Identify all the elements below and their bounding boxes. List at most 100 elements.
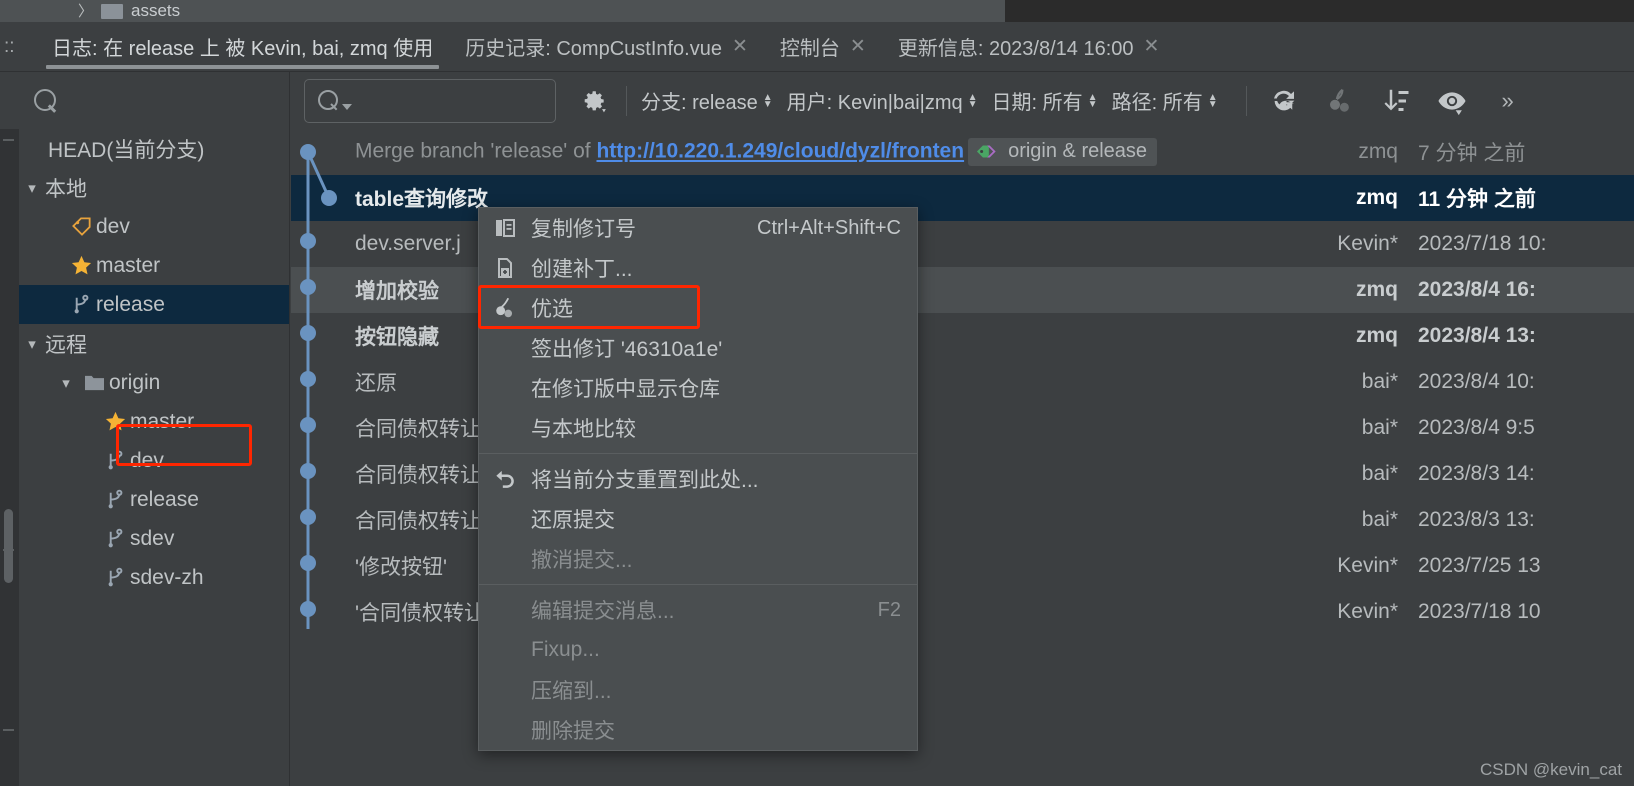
commit-date: 2023/8/4 13: [1418,324,1536,347]
tree-item-local-master[interactable]: master [19,246,289,285]
sort-button[interactable] [1379,84,1413,118]
ref-tag-icon [977,145,996,158]
tab-console[interactable]: 控制台 ✕ [764,22,882,72]
menu-item-compare-with-local[interactable]: 与本地比较 [479,408,917,448]
close-icon[interactable]: ✕ [732,35,748,58]
menu-item-create-patch[interactable]: 创建补丁... [479,248,917,288]
overflow-button[interactable]: » [1491,84,1525,118]
commit-author: zmq [1356,278,1398,301]
tree-item-local-dev[interactable]: dev [19,207,289,246]
toolbar-divider [1245,85,1247,116]
commit-author: bai* [1361,508,1398,531]
commit-author: Kevin* [1337,600,1398,623]
commit-date: 11 分钟 之前 [1418,188,1536,211]
chevron-updown-icon: ▲ ▼ [967,91,978,110]
top-right-strip: 随处搜索 双击 Shift [1005,0,1634,22]
tree-item-origin-release[interactable]: release [19,480,289,519]
tree-item-label: dev [96,214,130,238]
tab-log[interactable]: 日志: 在 release 上 被 Kevin, bai, zmq 使用 [36,22,449,72]
chevron-down-icon[interactable]: ▾ [19,335,45,353]
menu-item-label: 优选 [531,298,573,321]
tree-item-origin-dev[interactable]: dev [19,441,289,480]
tree-group-remote[interactable]: ▾ 远程 [19,324,289,363]
tree-scrollbar-thumb[interactable] [4,509,13,583]
menu-item-label: 签出修订 '46310a1e' [531,338,723,361]
close-icon[interactable]: ✕ [1144,35,1160,58]
commit-author: bai* [1361,416,1398,439]
menu-item-show-repo-at-revision[interactable]: 在修订版中显示仓库 [479,368,917,408]
tree-item-local-release[interactable]: release [19,285,289,324]
ref-badge[interactable]: origin & release [968,138,1158,166]
filter-user-label: 用户: Kevin|bai|zmq [786,92,963,114]
chevron-updown-icon: ▲ ▼ [1087,91,1098,110]
tree-item-origin-master[interactable]: master [19,402,289,441]
settings-button[interactable] [578,88,612,114]
filter-branch-label: 分支: release [641,92,758,114]
toolbar: 分支: release ▲ ▼ 用户: Kevin|bai|zmq ▲ ▼ 日期: … [0,72,1634,129]
menu-item-label: 创建补丁... [531,258,633,281]
menu-item-reset-current-branch[interactable]: 将当前分支重置到此处... [479,459,917,499]
menu-item-label: 删除提交 [531,720,615,743]
tab-update-info[interactable]: 更新信息: 2023/8/14 16:00 ✕ [882,22,1176,72]
filter-branch[interactable]: 分支: release ▲ ▼ [641,86,773,115]
filter-user[interactable]: 用户: Kevin|bai|zmq ▲ ▼ [787,86,978,115]
commit-date: 2023/8/4 10: [1418,370,1535,393]
commit-date: 2023/8/3 14: [1418,462,1535,485]
copy-icon [479,216,531,240]
commit-author: zmq [1356,324,1398,347]
tree-group-local[interactable]: ▾ 本地 [19,168,289,207]
tree-item-label: release [96,292,165,316]
tree-item-head[interactable]: HEAD(当前分支) [19,129,289,168]
menu-item-label: 还原提交 [531,509,615,532]
cherry-pick-button[interactable] [1323,84,1357,118]
tree-search-cell[interactable] [0,72,290,129]
tab-log-label: 日志: 在 release 上 被 Kevin, bai, zmq 使用 [52,38,434,60]
tree-item-origin-sdev[interactable]: sdev [19,519,289,558]
menu-item-label: 压缩到... [531,680,612,703]
log-search-input[interactable] [304,78,556,123]
menu-item-label: 编辑提交消息... [531,600,675,623]
commit-date: 2023/7/25 13 [1418,554,1541,577]
chevron-updown-icon: ▲ ▼ [762,91,773,110]
tree-group-origin[interactable]: ▾ origin [19,363,289,402]
tree-item-label: sdev [130,526,175,550]
tree-item-origin-sdev-zh[interactable]: sdev-zh [19,558,289,597]
filter-path[interactable]: 路径: 所有 ▲ ▼ [1112,86,1218,115]
chevron-down-icon[interactable] [342,103,352,110]
toolbar-divider [626,85,627,116]
chevron-down-icon[interactable]: ▾ [53,374,79,392]
filter-date[interactable]: 日期: 所有 ▲ ▼ [992,86,1098,115]
cherry-pick-icon [1329,88,1349,112]
commit-url[interactable]: http://10.220.1.249/cloud/dyzl/fronten [596,140,964,163]
commit-author: bai* [1361,462,1398,485]
menu-item-revert-commit[interactable]: 还原提交 [479,499,917,539]
ref-badge-label: origin & release [1008,140,1148,162]
sort-icon [1384,89,1409,111]
tree-item-label: sdev-zh [130,565,204,589]
branch-icon [100,449,130,472]
tree-item-label: dev [130,448,164,472]
watermark: CSDN @kevin_cat [1480,760,1622,779]
preview-button[interactable] [1435,84,1469,118]
tag-icon [66,215,96,238]
search-icon [34,88,58,113]
menu-item-copy-revision[interactable]: 复制修订号 Ctrl+Alt+Shift+C [479,208,917,248]
menu-item-checkout-revision[interactable]: 签出修订 '46310a1e' [479,328,917,368]
menu-item-label: Fixup... [531,638,600,661]
commit-date: 7 分钟 之前 [1418,142,1526,165]
git-log-window: 〉 assets 随处搜索 双击 Shift :: 日志: 在 release … [0,0,1634,786]
menu-item-cherry-pick[interactable]: 优选 [478,285,917,329]
tree-item-label: master [96,253,161,277]
menu-item-shortcut: Ctrl+Alt+Shift+C [757,216,901,239]
tab-history[interactable]: 历史记录: CompCustInfo.vue ✕ [449,22,764,72]
menu-item-fixup: Fixup... [479,630,917,670]
chevron-down-icon[interactable]: ▾ [19,179,45,197]
breadcrumb-label: assets [131,1,181,20]
filter-path-label: 路径: 所有 [1111,92,1203,114]
menu-item-undo-commit: 撤消提交... [479,539,917,579]
table-row[interactable]: Merge branch 'release' of http://10.220.… [291,129,1634,175]
commit-date: 2023/8/4 9:5 [1418,416,1535,439]
refresh-button[interactable] [1267,84,1301,118]
close-icon[interactable]: ✕ [850,35,866,58]
tab-edge-text: :: [4,35,15,57]
